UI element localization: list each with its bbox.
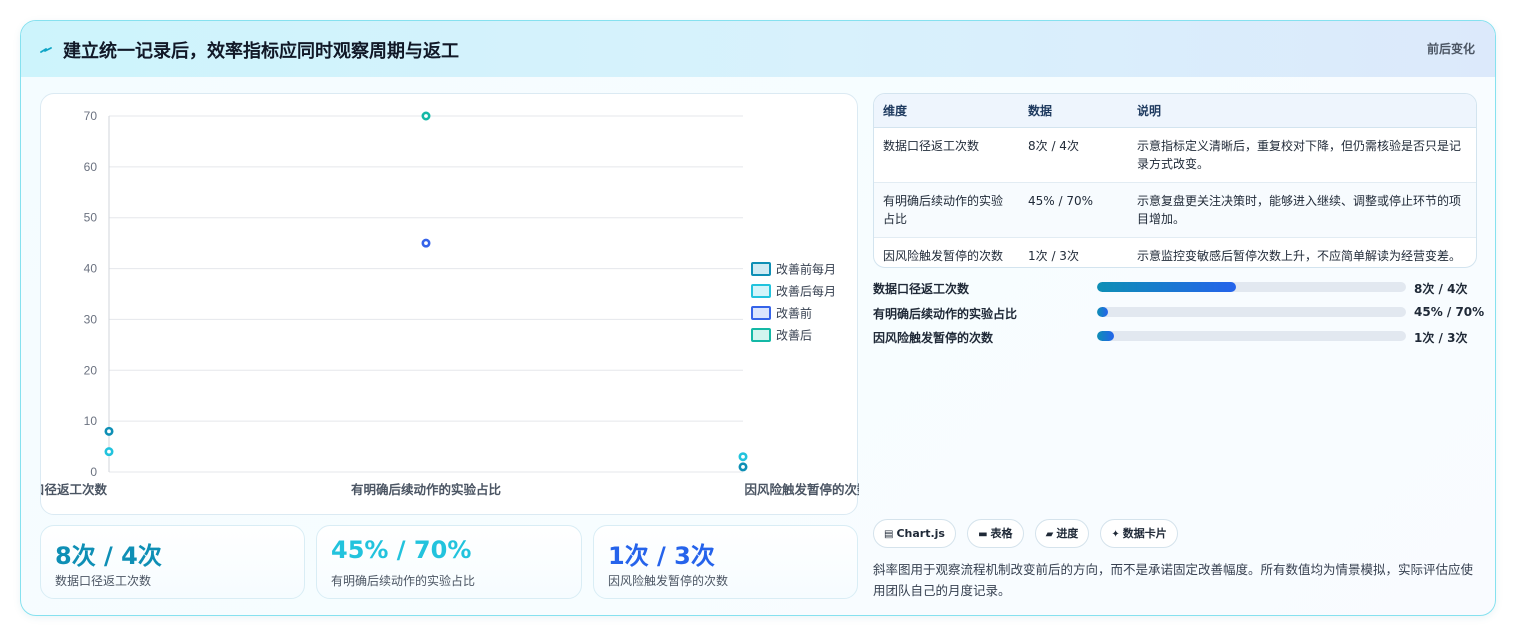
legend-label: 改善后每月 bbox=[776, 284, 836, 299]
table-icon: ▬ bbox=[978, 529, 988, 540]
table-row: 数据口径返工次数 8次 / 4次 示意指标定义清晰后，重复校对下降，但仍需核验是… bbox=[874, 127, 1476, 183]
y-tick-label: 20 bbox=[84, 363, 98, 377]
lightning-icon bbox=[40, 47, 52, 53]
tag-label: 数据卡片 bbox=[1122, 527, 1167, 540]
progress-row: 有明确后续动作的实验占比 45% / 70% bbox=[873, 302, 1484, 327]
table-row: 有明确后续动作的实验占比 45% / 70% 示意复盘更关注决策时，能够进入继续… bbox=[874, 182, 1476, 238]
y-tick-label: 70 bbox=[84, 109, 98, 123]
column-header-dimension: 维度 bbox=[874, 94, 1019, 128]
progress-fill bbox=[1097, 282, 1237, 292]
page-title: 建立统一记录后，效率指标应同时观察周期与返工 bbox=[63, 41, 459, 62]
data-point bbox=[421, 238, 431, 248]
y-tick-label: 50 bbox=[84, 211, 98, 225]
kpi-label: 数据口径返工次数 bbox=[55, 574, 152, 588]
legend-swatch bbox=[751, 306, 771, 320]
data-point bbox=[104, 447, 114, 457]
sparkle-icon: ✦ bbox=[1111, 529, 1120, 540]
kpi-value: 1次 / 3次 bbox=[608, 542, 715, 570]
x-tick-label: 有明确后续动作的实验占比 bbox=[351, 482, 502, 497]
tag-label: Chart.js bbox=[896, 527, 945, 540]
table-row: 因风险触发暂停的次数 1次 / 3次 示意监控变敏感后暂停次数上升，不应简单解读… bbox=[874, 237, 1476, 267]
tag-label: 进度 bbox=[1056, 527, 1079, 540]
data-point bbox=[738, 462, 748, 472]
tag-progress[interactable]: ▰ 进度 bbox=[1034, 519, 1090, 548]
kpi-label: 因风险触发暂停的次数 bbox=[608, 574, 729, 588]
kpi-card-pause: 1次 / 3次 因风险触发暂停的次数 bbox=[593, 525, 858, 599]
tag-list: ▤ Chart.js ▬ 表格 ▰ 进度 ✦ 数据卡片 bbox=[873, 519, 1184, 549]
data-point bbox=[738, 452, 748, 462]
progress-list: 数据口径返工次数 8次 / 4次 有明确后续动作的实验占比 45% / 70% … bbox=[873, 277, 1484, 351]
y-tick-label: 60 bbox=[84, 160, 98, 174]
cell-data: 45% / 70% bbox=[1019, 182, 1128, 238]
progress-value: 1次 / 3次 bbox=[1414, 331, 1468, 345]
progress-label: 因风险触发暂停的次数 bbox=[873, 331, 994, 345]
progress-label: 有明确后续动作的实验占比 bbox=[873, 306, 1018, 321]
progress-fill bbox=[1097, 306, 1108, 317]
legend-swatch bbox=[751, 262, 771, 276]
cell-dimension: 有明确后续动作的实验占比 bbox=[874, 182, 1019, 238]
legend-swatch bbox=[751, 328, 771, 342]
column-header-note: 说明 bbox=[1128, 94, 1476, 128]
table-header-row: 维度 数据 说明 bbox=[874, 94, 1476, 128]
cell-dimension: 数据口径返工次数 bbox=[874, 127, 1019, 183]
cell-dimension: 因风险触发暂停的次数 bbox=[883, 248, 1004, 263]
progress-track bbox=[1097, 282, 1406, 292]
progress-value: 45% / 70% bbox=[1414, 304, 1485, 319]
kpi-label: 有明确后续动作的实验占比 bbox=[331, 574, 476, 588]
data-point bbox=[421, 111, 431, 121]
legend-swatch bbox=[751, 284, 771, 298]
column-header-data: 数据 bbox=[1019, 94, 1128, 128]
scatter-chart: 0 10 20 30 40 50 60 70 数据口径返工次数 有明确后续动作的实验占比 因风险触发… bbox=[41, 109, 859, 497]
cell-data: 1次 / 3次 bbox=[1028, 248, 1079, 263]
footnote: 斜率图用于观察流程机制改变前后的方向，而不是承诺固定改善幅度。所有数值均为情景模… bbox=[873, 562, 1474, 598]
cell-note: 示意监控变敏感后暂停次数上升，不应简单解读为经营变差。 bbox=[1137, 248, 1462, 263]
cell-note: 示意复盘更关注决策时，能够进入继续、调整或停止环节的项目增加。 bbox=[1128, 182, 1476, 238]
cell-note: 示意指标定义清晰后，重复校对下降，但仍需核验是否只是记录方式改变。 bbox=[1128, 127, 1476, 183]
progress-row: 因风险触发暂停的次数 1次 / 3次 bbox=[873, 326, 1477, 351]
y-tick-label: 0 bbox=[90, 465, 97, 479]
progress-label: 数据口径返工次数 bbox=[873, 282, 970, 296]
kpi-card-followup: 45% / 70% 有明确后续动作的实验占比 bbox=[316, 525, 582, 599]
legend-label: 改善前每月 bbox=[776, 262, 836, 277]
progress-icon: ▰ bbox=[1045, 529, 1054, 540]
tag-data-card[interactable]: ✦ 数据卡片 bbox=[1100, 519, 1178, 548]
data-point bbox=[104, 426, 114, 436]
data-table: 维度 数据 说明 数据口径返工次数 8次 / 4次 示意指标定义清晰后，重复校对… bbox=[873, 93, 1477, 268]
tag-label: 表格 bbox=[990, 527, 1013, 540]
legend-label: 改善前 bbox=[776, 306, 812, 321]
chart-panel: 0 10 20 30 40 50 60 70 数据口径返工次数 有明确后续动作的实验占比 因风险触发… bbox=[40, 93, 859, 515]
progress-row: 数据口径返工次数 8次 / 4次 bbox=[873, 277, 1477, 302]
progress-fill bbox=[1097, 331, 1114, 341]
tag-table[interactable]: ▬ 表格 bbox=[967, 519, 1024, 548]
progress-track bbox=[1097, 331, 1406, 341]
progress-track bbox=[1097, 306, 1406, 317]
cell-data: 8次 / 4次 bbox=[1019, 127, 1128, 183]
kpi-value: 8次 / 4次 bbox=[55, 542, 162, 570]
x-tick-label: 因风险触发暂停的次数 bbox=[744, 482, 859, 497]
chart-icon: ▤ bbox=[884, 529, 894, 540]
header-right-label: 前后变化 bbox=[1426, 42, 1475, 56]
card-header: 建立统一记录后，效率指标应同时观察周期与返工 前后变化 bbox=[21, 21, 1495, 77]
kpi-value: 45% / 70% bbox=[331, 536, 472, 564]
y-tick-label: 40 bbox=[84, 262, 98, 276]
progress-value: 8次 / 4次 bbox=[1414, 282, 1468, 296]
tag-chartjs[interactable]: ▤ Chart.js bbox=[873, 519, 956, 548]
legend-label: 改善后 bbox=[776, 328, 812, 343]
y-tick-label: 30 bbox=[84, 312, 98, 326]
dashboard-card: 建立统一记录后，效率指标应同时观察周期与返工 前后变化 0 10 20 30 40 50 6… bbox=[20, 20, 1496, 616]
kpi-card-rework: 8次 / 4次 数据口径返工次数 bbox=[40, 525, 305, 599]
y-tick-label: 10 bbox=[84, 414, 98, 428]
x-tick-label: 数据口径返工次数 bbox=[41, 482, 107, 497]
